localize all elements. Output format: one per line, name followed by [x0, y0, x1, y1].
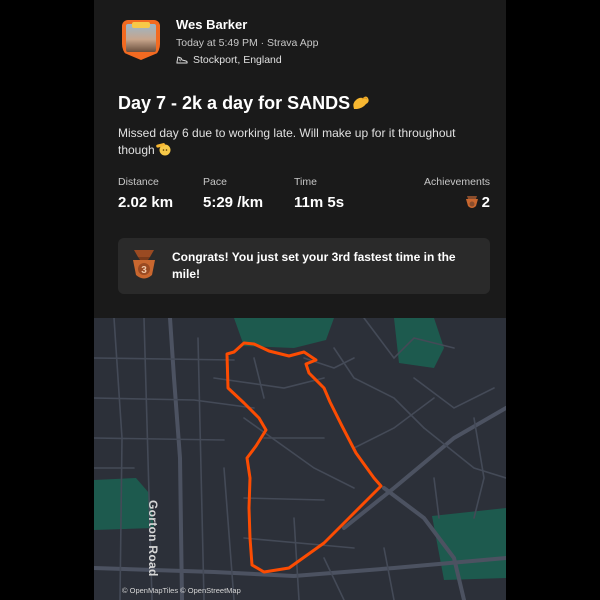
- medal-icon: 3: [133, 250, 155, 279]
- map-attribution[interactable]: © OpenMapTiles © OpenStreetMap: [122, 586, 241, 595]
- shoe-icon: [176, 56, 188, 64]
- avatar[interactable]: [122, 20, 160, 60]
- park-area: [94, 478, 154, 530]
- road-label: Gorton Road: [146, 500, 160, 577]
- activity-header: Wes Barker Today at 5:49 PM · Strava App…: [94, 0, 506, 80]
- stat-value: 5:29 /km: [203, 194, 264, 211]
- stat-label: Distance: [118, 176, 159, 188]
- congrats-text: Congrats! You just set your 3rd fastest …: [172, 250, 456, 281]
- saluting-face-emoji-icon: [155, 143, 171, 156]
- stat-value: 11m 5s: [294, 194, 345, 211]
- title-text: Day 7 - 2k a day for SANDS: [118, 93, 351, 113]
- route-map[interactable]: Gorton Road © OpenMapTiles © OpenStreetM…: [94, 318, 506, 600]
- achievement-card[interactable]: 3 Congrats! You just set your 3rd fastes…: [118, 238, 490, 294]
- medal-number: 3: [141, 265, 147, 276]
- location: Stockport, England: [193, 54, 282, 66]
- stat-label: Achievements: [424, 176, 490, 188]
- stat-label: Time: [294, 176, 317, 188]
- trophy-icon: [465, 195, 478, 208]
- route-path: [225, 341, 383, 574]
- activity-meta: Today at 5:49 PM · Strava App: [176, 37, 319, 49]
- stat-distance: Distance 2.02 km: [118, 176, 173, 211]
- flexed-biceps-emoji-icon: [353, 96, 369, 109]
- stat-time: Time 11m 5s: [294, 176, 344, 211]
- location-row: Stockport, England: [176, 54, 282, 66]
- activity-title: Day 7 - 2k a day for SANDS: [118, 93, 371, 114]
- stat-label: Pace: [203, 176, 227, 188]
- athlete-name[interactable]: Wes Barker: [176, 17, 247, 32]
- stats-row: Distance 2.02 km Pace 5:29 /km Time 11m …: [118, 176, 490, 216]
- activity-screen: Wes Barker Today at 5:49 PM · Strava App…: [94, 0, 506, 600]
- achievement-count: 2: [481, 194, 490, 211]
- activity-description: Missed day 6 due to working late. Will m…: [118, 125, 478, 159]
- stat-value: 2.02 km: [118, 194, 174, 211]
- stat-achievements[interactable]: Achievements 2: [424, 176, 490, 211]
- stat-pace: Pace 5:29 /km: [203, 176, 263, 211]
